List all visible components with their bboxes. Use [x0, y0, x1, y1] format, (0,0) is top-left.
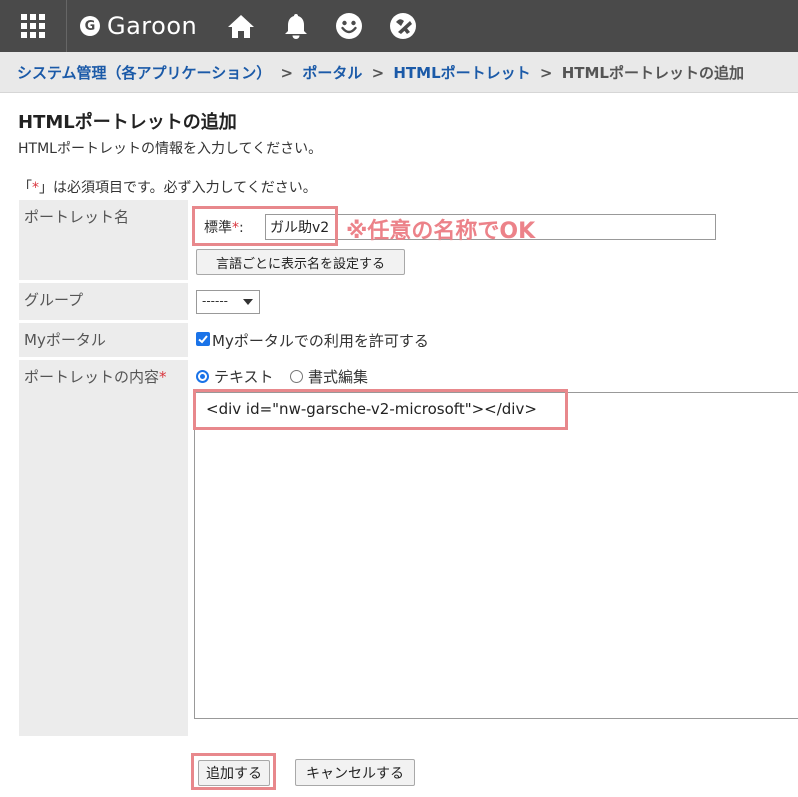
rich-format-radio[interactable]	[290, 370, 303, 383]
language-display-name-button[interactable]: 言語ごとに表示名を設定する	[196, 249, 405, 275]
breadcrumb: システム管理（各アプリケーション） > ポータル > HTMLポートレット > …	[17, 62, 744, 83]
breadcrumb-separator: >	[371, 64, 385, 82]
ribbon-icon[interactable]	[389, 12, 417, 40]
required-star: *	[159, 368, 167, 386]
content-highlight-box	[193, 389, 568, 430]
portlet-name-label: ポートレット名	[19, 200, 188, 280]
name-annotation: ※任意の名称でOK	[346, 219, 536, 244]
breadcrumb-separator: >	[280, 64, 294, 82]
required-note: 「*」は必須項目です。必ず入力してください。	[18, 177, 317, 197]
required-note-open: 「	[18, 180, 32, 196]
my-portal-checkbox[interactable]	[196, 332, 210, 346]
group-select-value: ------	[202, 294, 228, 308]
apps-grid-icon	[21, 14, 45, 38]
cancel-button[interactable]: キャンセルする	[295, 759, 415, 786]
breadcrumb-separator: >	[539, 64, 553, 82]
breadcrumb-current: HTMLポートレットの追加	[561, 64, 744, 82]
portlet-content-label: ポートレットの内容*	[19, 360, 188, 736]
my-portal-checkbox-label[interactable]: Myポータルでの利用を許可する	[212, 330, 429, 351]
portlet-content-textarea[interactable]	[194, 392, 798, 719]
required-star: *	[32, 180, 39, 196]
smiley-icon[interactable]	[335, 12, 363, 40]
breadcrumb-system-admin[interactable]: システム管理（各アプリケーション）	[17, 64, 271, 82]
group-select[interactable]: ------	[196, 290, 260, 314]
required-note-text: 」は必須項目です。必ず入力してください。	[39, 180, 317, 196]
apps-button[interactable]	[0, 0, 67, 52]
home-icon[interactable]	[227, 12, 255, 40]
checkmark-icon	[198, 335, 208, 344]
text-radio[interactable]	[196, 370, 209, 383]
name-highlight-box	[192, 206, 338, 246]
breadcrumb-portal[interactable]: ポータル	[302, 64, 362, 82]
logo-mark: G	[80, 16, 100, 36]
my-portal-label: Myポータル	[19, 323, 188, 357]
add-highlight-box	[191, 753, 276, 790]
chevron-down-icon	[243, 299, 253, 305]
logo-text: Garoon	[107, 12, 198, 40]
rich-format-radio-label[interactable]: 書式編集	[308, 366, 368, 387]
breadcrumb-bar: システム管理（各アプリケーション） > ポータル > HTMLポートレット > …	[0, 52, 798, 93]
bell-icon[interactable]	[282, 12, 310, 40]
group-label: グループ	[19, 283, 188, 320]
portlet-content-label-text: ポートレットの内容	[24, 368, 160, 386]
page-description: HTMLポートレットの情報を入力してください。	[18, 141, 323, 157]
garoon-logo[interactable]: G Garoon	[80, 11, 197, 41]
top-bar: G Garoon	[0, 0, 798, 52]
text-radio-label[interactable]: テキスト	[214, 366, 274, 387]
breadcrumb-html-portlet[interactable]: HTMLポートレット	[393, 64, 530, 82]
page-title: HTMLポートレットの追加	[18, 112, 237, 133]
